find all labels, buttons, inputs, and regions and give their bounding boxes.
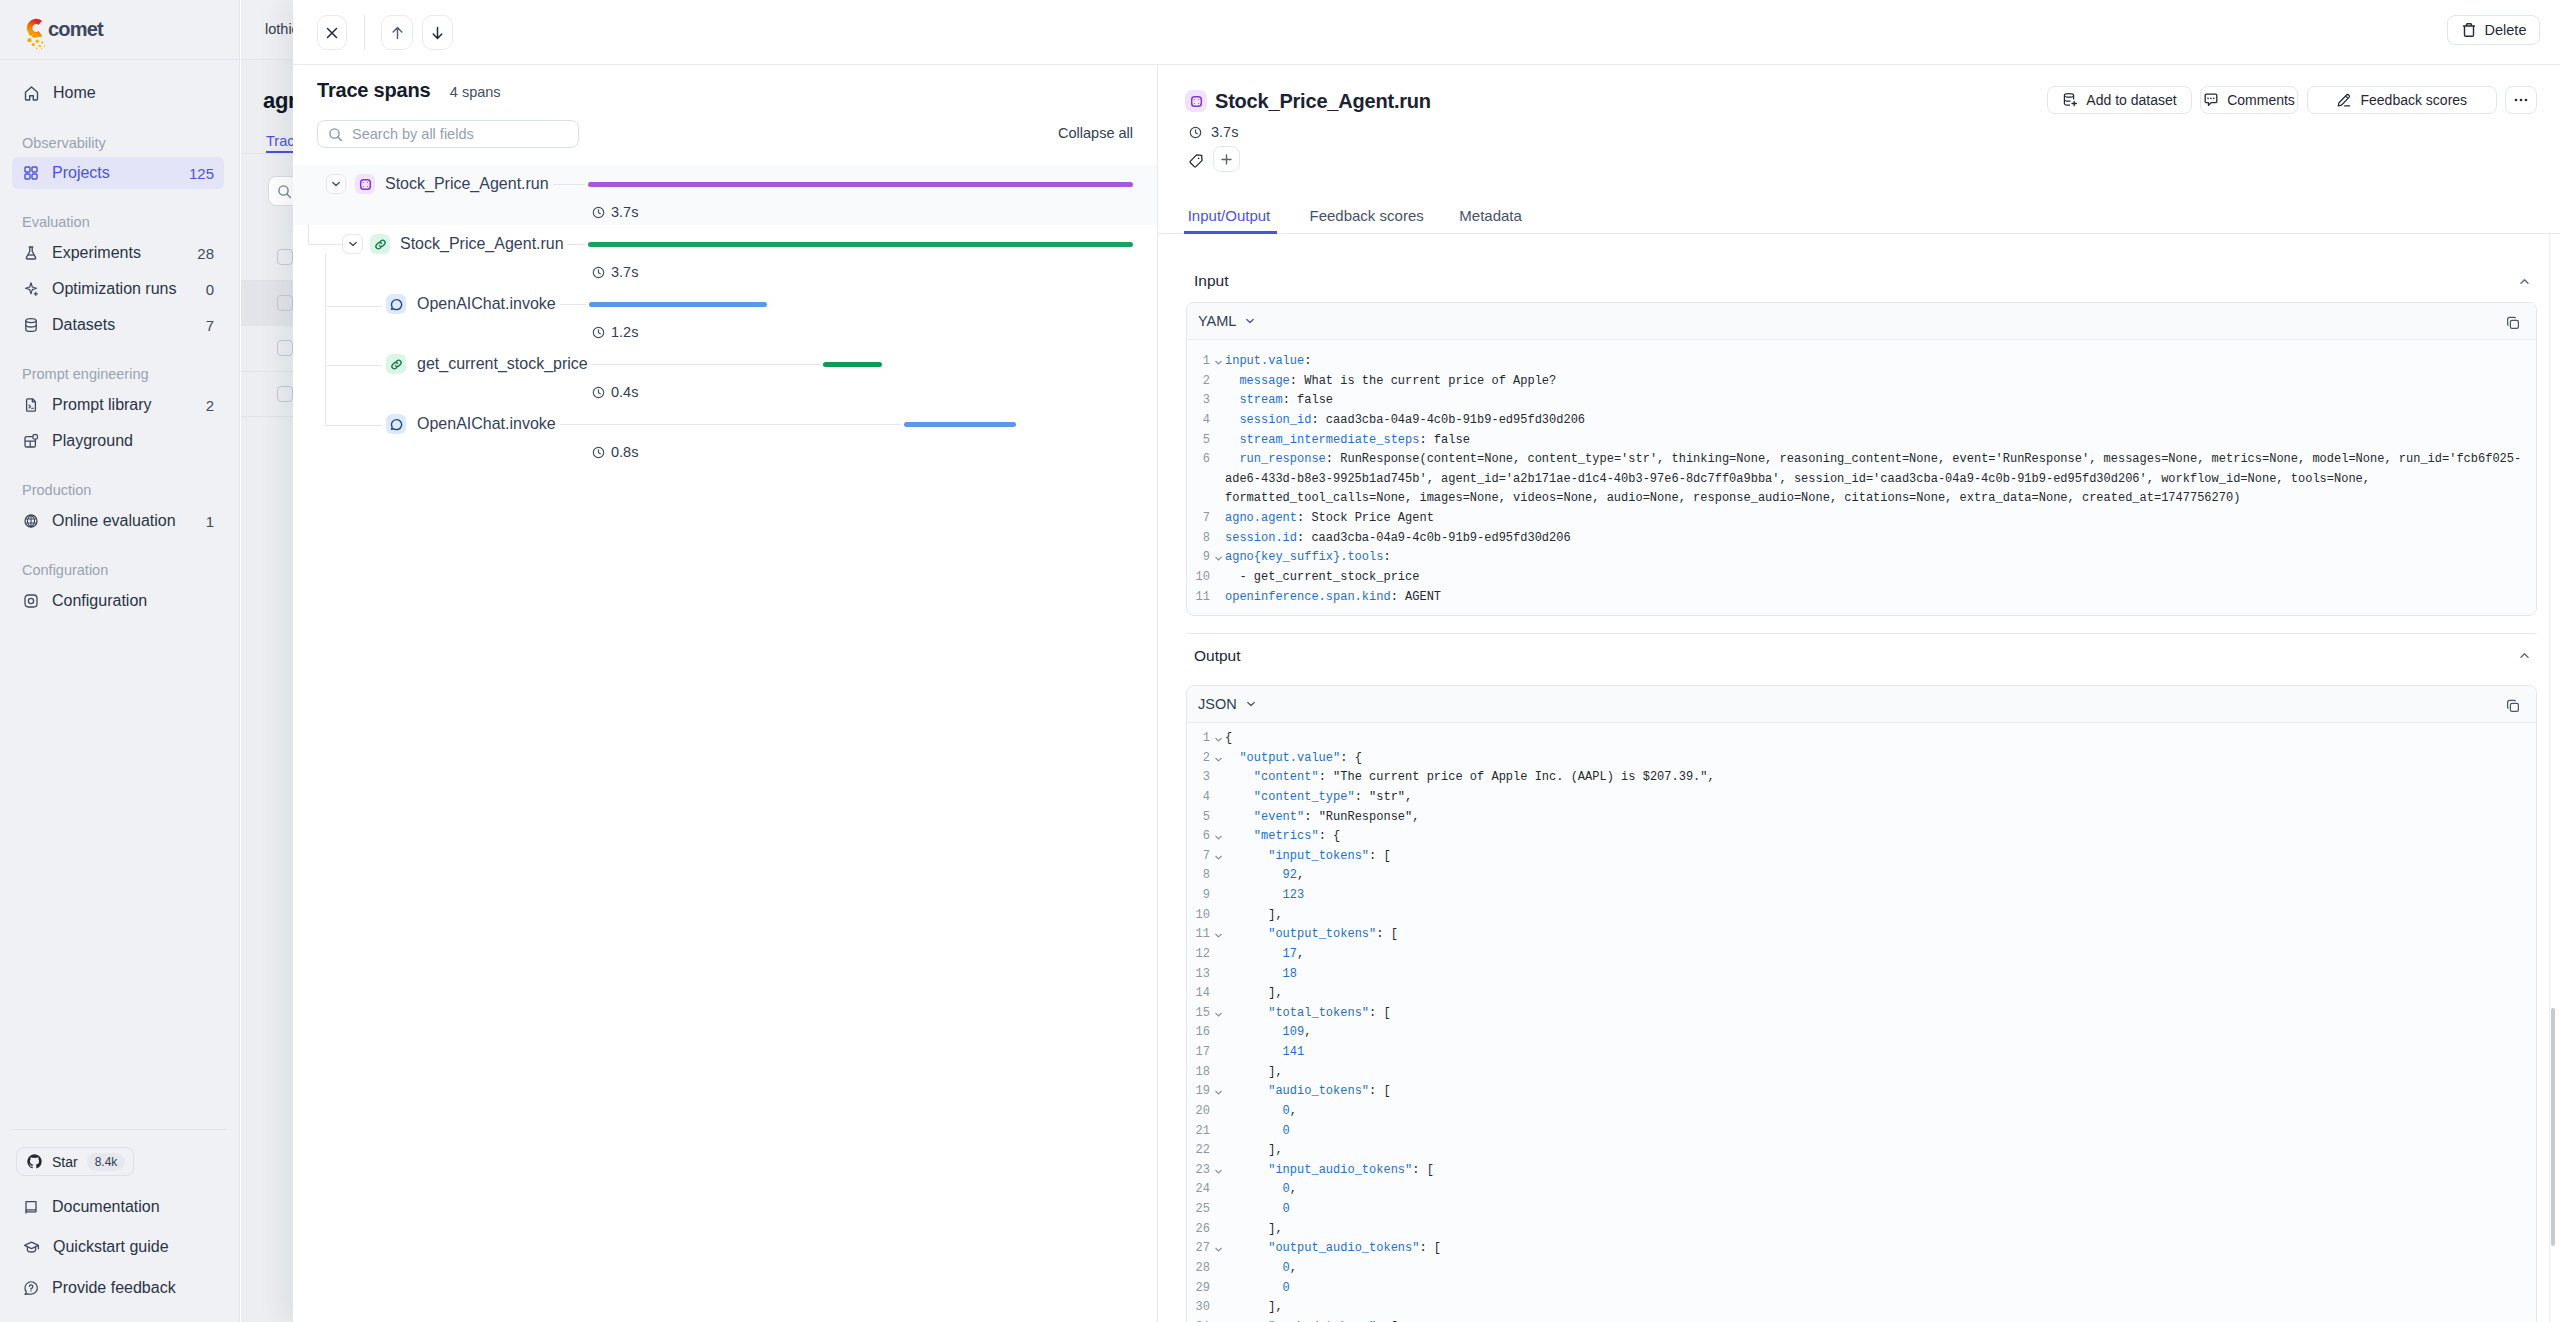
svg-text:comet: comet bbox=[48, 18, 104, 40]
